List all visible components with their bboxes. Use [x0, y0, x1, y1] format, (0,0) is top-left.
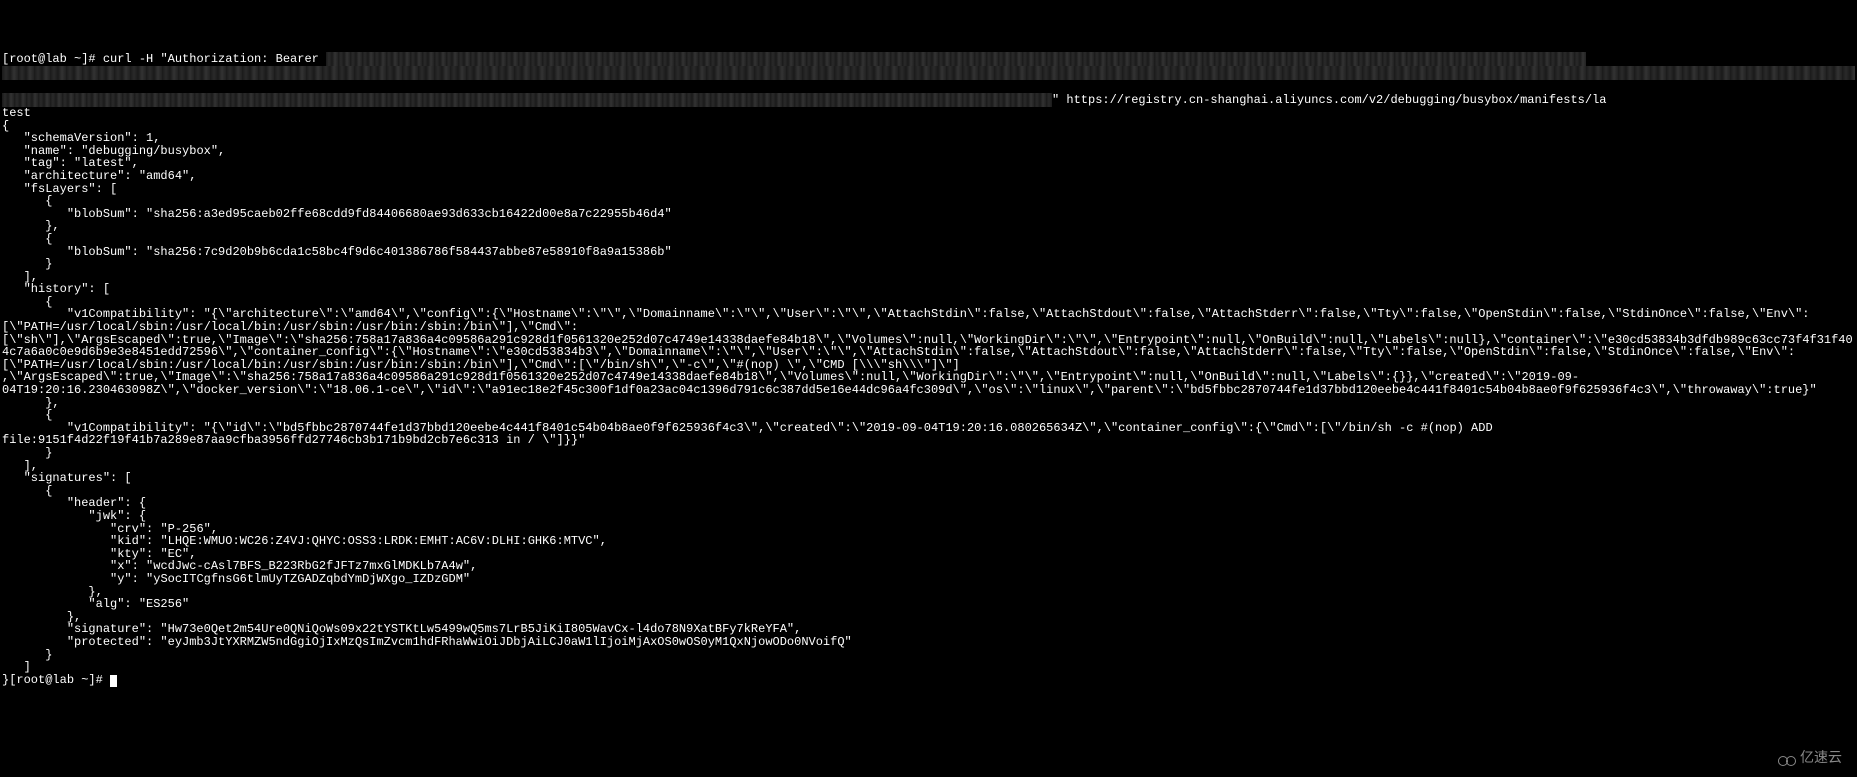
output-line: "blobSum": "sha256:7c9d20b9b6cda1c58bc4f… — [2, 245, 672, 259]
output-line: "protected": "eyJmb3JtYXRMZW5ndGgiOjIxMz… — [2, 635, 852, 649]
prompt: [root@lab ~]# — [9, 673, 110, 687]
cursor — [110, 675, 117, 687]
output-line: "v1Compatibility": "{\"architecture\":\"… — [2, 307, 1853, 397]
redacted-line — [2, 66, 1855, 80]
watermark-text: 亿速云 — [1800, 752, 1842, 767]
prompt: [root@lab ~]# — [2, 53, 103, 67]
watermark-icon — [1778, 754, 1796, 766]
output-line: "blobSum": "sha256:a3ed95caeb02ffe68cdd9… — [2, 207, 672, 221]
watermark: 亿速云 — [1778, 752, 1842, 767]
terminal-output[interactable]: [root@lab ~]# curl -H "Authorization: Be… — [2, 52, 1855, 686]
redacted-token-end — [2, 93, 1052, 107]
command-text: curl -H "Authorization: Bearer — [103, 53, 326, 67]
output-line: "v1Compatibility": "{\"id\":\"bd5fbbc287… — [2, 421, 1500, 448]
url-text: " https://registry.cn-shanghai.aliyuncs.… — [1052, 93, 1607, 107]
redacted-token — [326, 52, 1586, 66]
